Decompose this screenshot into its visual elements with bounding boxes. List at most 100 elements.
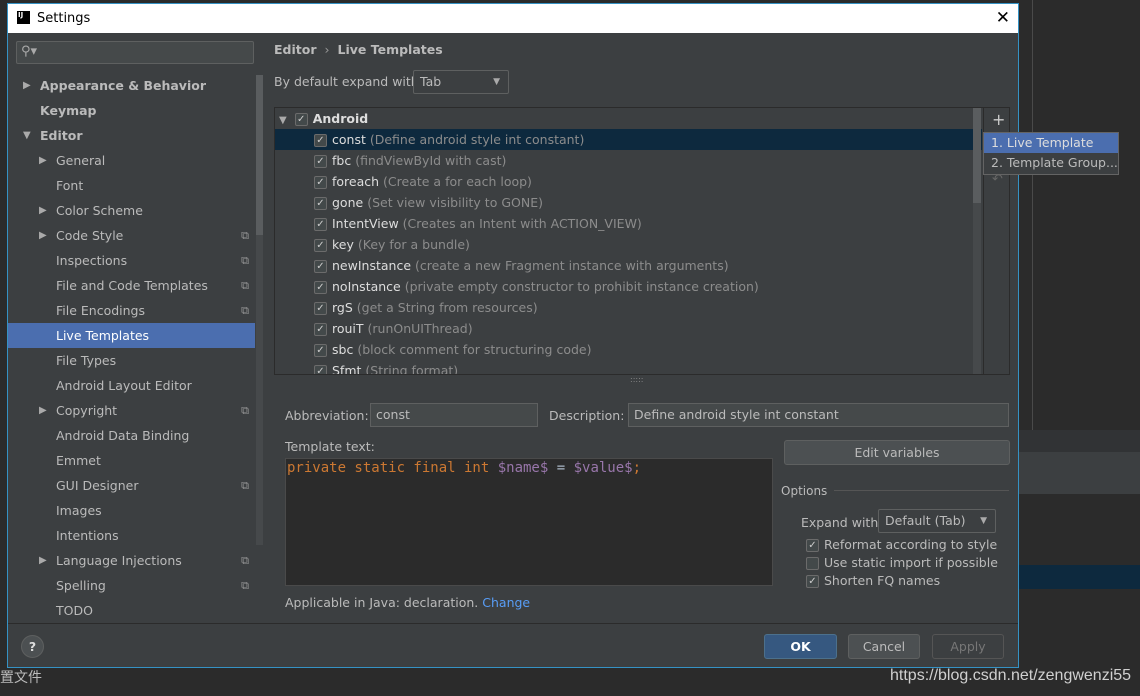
sidebar-item-label: File Types — [56, 353, 117, 368]
watermark: https://blog.csdn.net/zengwenzi55 — [890, 667, 1132, 684]
edit-variables-button[interactable]: Edit variables — [784, 440, 1010, 465]
template-checkbox[interactable]: ✓ — [314, 155, 327, 168]
menu-item-live-template[interactable]: 1. Live Template — [984, 133, 1118, 153]
cancel-button[interactable]: Cancel — [848, 634, 920, 659]
template-row[interactable]: ✓ IntentView (Creates an Intent with ACTI… — [275, 213, 982, 234]
collapsed-arrow-icon[interactable]: ▶ — [39, 548, 47, 573]
sidebar-item-file-types[interactable]: File Types — [8, 348, 255, 373]
apply-button[interactable]: Apply — [932, 634, 1004, 659]
applicable-text: Applicable in Java: declaration. — [285, 595, 479, 610]
sidebar-item-file-encodings[interactable]: File Encodings ⧉ — [8, 298, 255, 323]
template-description: (private empty constructor to prohibit i… — [404, 279, 759, 294]
sidebar-item-label: Emmet — [56, 453, 101, 468]
template-description: (Create a for each loop) — [383, 174, 532, 189]
template-checkbox[interactable]: ✓ — [314, 239, 327, 252]
template-abbreviation: fbc — [332, 153, 352, 168]
group-checkbox[interactable]: ✓ — [294, 113, 308, 126]
template-checkbox[interactable]: ✓ — [314, 197, 327, 210]
sidebar-item-android-layout-editor[interactable]: Android Layout Editor — [8, 373, 255, 398]
sidebar-item-font[interactable]: Font — [8, 173, 255, 198]
sidebar-item-copyright[interactable]: ▶ Copyright ⧉ — [8, 398, 255, 423]
template-row[interactable]: ✓ Sfmt (String format) — [275, 360, 982, 374]
template-checkbox[interactable]: ✓ — [314, 218, 327, 231]
expand-default-select[interactable]: Tab ▼ — [413, 70, 509, 94]
template-checkbox[interactable]: ✓ — [314, 344, 327, 357]
template-row[interactable]: ✓ key (Key for a bundle) — [275, 234, 982, 255]
description-input[interactable]: Define android style int constant — [628, 403, 1009, 427]
checkbox-icon[interactable]: ✓ — [806, 539, 819, 552]
template-description: (Set view visibility to GONE) — [367, 195, 543, 210]
sidebar-item-gui-designer[interactable]: GUI Designer ⧉ — [8, 473, 255, 498]
sidebar-item-color-scheme[interactable]: ▶ Color Scheme — [8, 198, 255, 223]
abbreviation-input[interactable]: const — [370, 403, 538, 427]
sidebar-item-keymap[interactable]: Keymap — [8, 98, 255, 123]
help-button[interactable]: ? — [21, 635, 44, 658]
sidebar-item-editor[interactable]: ▼ Editor — [8, 123, 255, 148]
template-checkbox[interactable]: ✓ — [314, 365, 327, 374]
collapsed-arrow-icon[interactable]: ▶ — [39, 198, 47, 223]
sidebar-item-file-and-code-templates[interactable]: File and Code Templates ⧉ — [8, 273, 255, 298]
checkbox-icon[interactable]: ✓ — [806, 575, 819, 588]
checkbox-icon[interactable] — [806, 557, 819, 570]
collapsed-arrow-icon[interactable]: ▶ — [23, 73, 31, 98]
background-editor — [1019, 0, 1140, 696]
collapsed-arrow-icon[interactable]: ▶ — [39, 148, 47, 173]
template-checkbox[interactable]: ✓ — [314, 323, 327, 336]
expand-default-label: By default expand with — [274, 74, 419, 89]
menu-item-template-group[interactable]: 2. Template Group... — [984, 153, 1118, 173]
template-row[interactable]: ✓ newInstance (create a new Fragment inst… — [275, 255, 982, 276]
template-row[interactable]: ✓ const (Define android style int constan… — [275, 129, 982, 150]
sidebar-item-images[interactable]: Images — [8, 498, 255, 523]
template-row[interactable]: ✓ sbc (block comment for structuring code… — [275, 339, 982, 360]
template-row[interactable]: ✓ fbc (findViewById with cast) — [275, 150, 982, 171]
expanded-arrow-icon[interactable]: ▼ — [275, 115, 287, 126]
settings-search-input[interactable]: ⚲▾ — [16, 41, 254, 64]
template-checkbox[interactable]: ✓ — [314, 281, 327, 294]
collapsed-arrow-icon[interactable]: ▶ — [39, 223, 47, 248]
sidebar-item-live-templates[interactable]: Live Templates — [8, 323, 255, 348]
sidebar-item-emmet[interactable]: Emmet — [8, 448, 255, 473]
template-checkbox[interactable]: ✓ — [314, 176, 327, 189]
template-row[interactable]: ✓ rouiT (runOnUIThread) — [275, 318, 982, 339]
template-row[interactable]: ✓ rgS (get a String from resources) — [275, 297, 982, 318]
option-checkbox[interactable]: ✓ Shorten FQ names — [806, 573, 940, 588]
sidebar-item-inspections[interactable]: Inspections ⧉ — [8, 248, 255, 273]
sidebar-item-code-style[interactable]: ▶ Code Style ⧉ — [8, 223, 255, 248]
template-group-android[interactable]: ▼ ✓ Android — [275, 108, 982, 129]
option-checkbox[interactable]: Use static import if possible — [806, 555, 998, 570]
template-abbreviation: Sfmt — [332, 363, 362, 374]
change-context-link[interactable]: Change — [482, 595, 530, 610]
option-checkbox[interactable]: ✓ Reformat according to style — [806, 537, 997, 552]
sidebar-item-appearance-behavior[interactable]: ▶ Appearance & Behavior — [8, 73, 255, 98]
template-text-editor[interactable]: private static final int $name$ = $value… — [285, 458, 773, 586]
sidebar-item-label: Language Injections — [56, 553, 182, 568]
option-label: Use static import if possible — [824, 555, 998, 570]
sidebar-item-label: Images — [56, 503, 102, 518]
sidebar-item-general[interactable]: ▶ General — [8, 148, 255, 173]
template-row[interactable]: ✓ foreach (Create a for each loop) — [275, 171, 982, 192]
tree-scrollbar-thumb[interactable] — [973, 108, 981, 203]
template-abbreviation: rouiT — [332, 321, 364, 336]
splitter-handle[interactable]: ::::: — [630, 375, 643, 384]
sidebar-item-label: Spelling — [56, 578, 106, 593]
template-checkbox[interactable]: ✓ — [314, 302, 327, 315]
settings-sidebar: ⚲▾ ▶ Appearance & Behavior Keymap ▼ Editor ▶ G… — [8, 33, 263, 623]
sidebar-item-spelling[interactable]: Spelling ⧉ — [8, 573, 255, 598]
close-icon[interactable]: ✕ — [996, 8, 1010, 28]
sidebar-item-todo[interactable]: TODO — [8, 598, 255, 623]
expanded-arrow-icon[interactable]: ▼ — [23, 123, 31, 148]
ok-button[interactable]: OK — [764, 634, 837, 659]
template-row[interactable]: ✓ gone (Set view visibility to GONE) — [275, 192, 982, 213]
collapsed-arrow-icon[interactable]: ▶ — [39, 398, 47, 423]
add-icon[interactable]: + — [992, 110, 1005, 129]
sidebar-item-android-data-binding[interactable]: Android Data Binding — [8, 423, 255, 448]
breadcrumb-parent[interactable]: Editor — [274, 42, 317, 57]
sidebar-item-intentions[interactable]: Intentions — [8, 523, 255, 548]
template-row[interactable]: ✓ noInstance (private empty constructor t… — [275, 276, 982, 297]
sidebar-scrollbar-thumb[interactable] — [256, 75, 263, 235]
expand-with-select[interactable]: Default (Tab) ▼ — [878, 509, 996, 533]
template-description: (findViewById with cast) — [355, 153, 507, 168]
template-checkbox[interactable]: ✓ — [314, 260, 327, 273]
template-checkbox[interactable]: ✓ — [314, 134, 327, 147]
sidebar-item-language-injections[interactable]: ▶ Language Injections ⧉ — [8, 548, 255, 573]
